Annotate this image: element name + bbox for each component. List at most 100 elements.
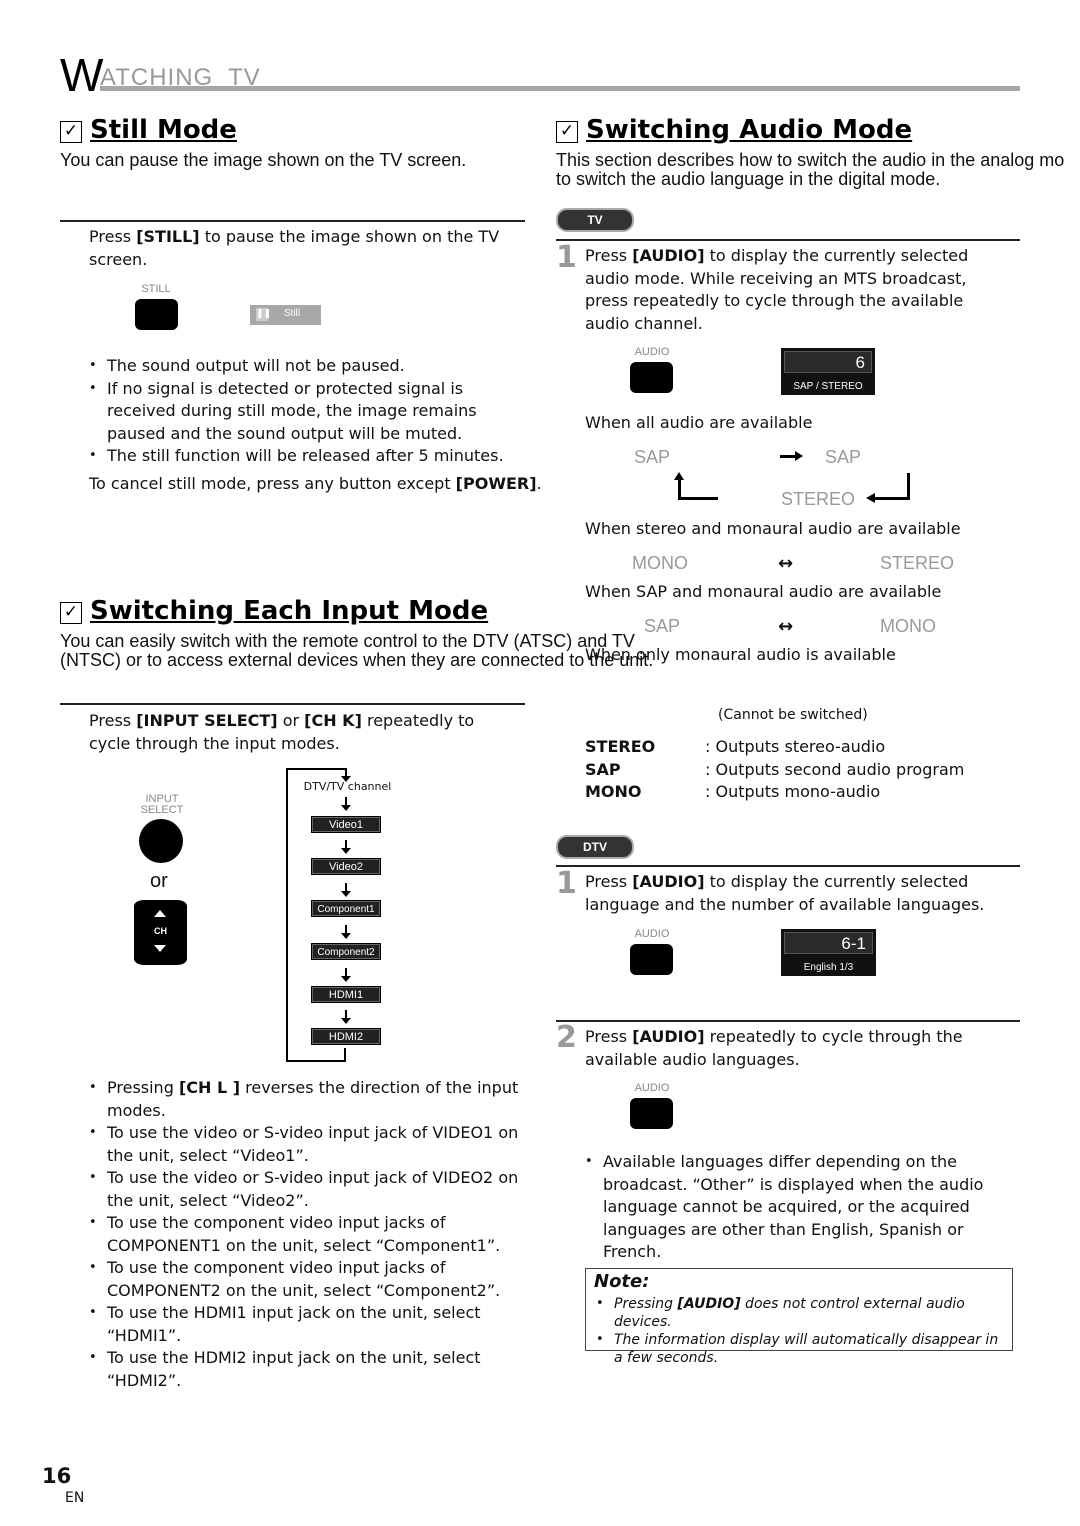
bullet-item: To use the HDMI1 input jack on the unit,… (89, 1302, 529, 1347)
tv-badge: TV (556, 208, 634, 232)
audio-button[interactable] (630, 944, 673, 975)
step-number: 1 (556, 866, 577, 901)
step-number: 2 (556, 1020, 577, 1055)
mode-stereo: STEREO (781, 489, 856, 509)
osd-status: English 1/3 (803, 962, 854, 973)
audio-bullets: Available languages differ depending on … (585, 1151, 1025, 1264)
section-rule (60, 703, 525, 705)
or-label: or (150, 870, 168, 892)
section-rule (556, 865, 1020, 867)
note-box: Note: Pressing [AUDIO] does not control … (585, 1268, 1013, 1366)
page-number: 16 (42, 1464, 72, 1488)
ch-label: CH (154, 926, 167, 936)
bullet-item: The sound output will not be paused. (89, 355, 529, 378)
audio-mode-intro-1: This section describes how to switch the… (556, 150, 1065, 170)
note-item: Pressing [AUDIO] does not control extern… (596, 1295, 1004, 1331)
input-select-button[interactable] (139, 819, 183, 863)
input-mode-intro-1: You can easily switch with the remote co… (60, 631, 635, 651)
arrow-line (875, 497, 910, 500)
note-item: The information display will automatical… (596, 1331, 1004, 1367)
language-label: EN (65, 1490, 85, 1506)
arrow-right-icon (780, 455, 796, 458)
input-mode-intro-2: (NTSC) or to access external devices whe… (60, 650, 654, 670)
input-mode-title: ✓ Switching Each Input Mode (60, 596, 488, 626)
still-mode-intro: You can pause the image shown on the TV … (60, 150, 467, 170)
osd-channel: 6-1 (784, 932, 873, 954)
arrow-line (678, 497, 718, 500)
checkbox-icon: ✓ (60, 602, 82, 624)
still-osd-label: Still (284, 308, 301, 319)
case-sap-mono-label: When SAP and monaural audio are availabl… (585, 582, 942, 601)
ch-button[interactable]: CH (134, 900, 187, 965)
audio-button[interactable] (630, 362, 673, 393)
arrow-down-icon (341, 768, 351, 782)
still-mode-title: ✓ Still Mode (60, 115, 237, 145)
tv-audio-step: Press [AUDIO] to display the currently s… (585, 246, 969, 333)
bullet-item: To use the video or S-video input jack o… (89, 1167, 529, 1212)
mode-sap: SAP (825, 447, 862, 467)
definition-row: STEREO: Outputs stereo-audio (585, 737, 886, 756)
mode-mono: MONO (880, 616, 936, 636)
case-stereo-mono-label: When stereo and monaural audio are avail… (585, 519, 961, 538)
still-button-label: STILL (141, 283, 171, 295)
checkbox-icon: ✓ (556, 121, 578, 143)
definition-row: SAP: Outputs second audio program (585, 759, 965, 779)
bullet-item: To use the HDMI2 input jack on the unit,… (89, 1347, 529, 1392)
input-bullets: Pressing [CH L ] reverses the direction … (89, 1077, 529, 1392)
still-button[interactable] (135, 299, 178, 330)
mode-stereo: STEREO (880, 553, 955, 573)
bullet-item: To use the component video input jacks o… (89, 1257, 529, 1302)
flow-item-component2: Component2 (311, 943, 381, 960)
section-rule (60, 220, 525, 222)
checkbox-icon: ✓ (60, 121, 82, 143)
definition-row: MONO: Outputs mono-audio (585, 782, 881, 801)
bullet-item: To use the video or S-video input jack o… (89, 1122, 529, 1167)
still-cancel-note: To cancel still mode, press any button e… (89, 474, 542, 493)
cannot-switch-note: (Cannot be switched) (718, 707, 868, 723)
osd-status: SAP / STEREO (793, 381, 863, 392)
still-mode-title-text: Still Mode (90, 115, 237, 145)
arrow-both-icon: ↔ (778, 553, 794, 574)
loop-line-top (286, 768, 346, 770)
flow-item-hdmi2: HDMI2 (311, 1028, 381, 1045)
flow-item-component1: Component1 (311, 900, 381, 917)
dtv-badge: DTV (556, 835, 634, 859)
osd-channel: 6 (784, 351, 872, 373)
flow-item-hdmi1: HDMI1 (311, 986, 381, 1003)
tv-audio-osd: 6 SAP / STEREO (781, 348, 875, 395)
ch-down-icon (154, 945, 166, 952)
loop-line-left (286, 768, 288, 1062)
arrow-down-icon (341, 840, 351, 854)
case-all-label: When all audio are available (585, 413, 813, 432)
chapter-initial: W (60, 49, 104, 101)
case-mono-only-label: When only monaural audio is available (585, 645, 896, 664)
loop-line-up (344, 1048, 346, 1062)
bullet-item: If no signal is detected or protected si… (89, 378, 529, 446)
arrow-up-icon (674, 472, 684, 480)
note-title: Note: (594, 1271, 650, 1292)
flow-item-video1: Video1 (311, 816, 381, 833)
mode-sap: SAP (644, 616, 681, 636)
audio-mode-title-text: Switching Audio Mode (586, 115, 913, 145)
audio-button[interactable] (630, 1098, 673, 1129)
arrow-left-icon (866, 493, 875, 503)
mode-sap: SAP (634, 447, 671, 467)
section-rule (556, 1020, 1020, 1022)
note-list: Pressing [AUDIO] does not control extern… (596, 1295, 1004, 1367)
dtv-audio-step-1: Press [AUDIO] to display the currently s… (585, 872, 985, 914)
still-key-ref: [STILL] (136, 227, 200, 246)
arrow-down-icon (341, 797, 351, 811)
bullet-item: Pressing [CH L ] reverses the direction … (89, 1077, 529, 1122)
bullet-item: Available languages differ depending on … (585, 1151, 1025, 1264)
flow-item-video2: Video2 (311, 858, 381, 875)
audio-definitions: STEREO: Outputs stereo-audio SAP: Output… (585, 736, 1005, 804)
arrow-down-icon (341, 968, 351, 982)
pause-icon: ❚❚ (256, 308, 272, 321)
audio-button-label: AUDIO (634, 346, 670, 358)
arrow-down-icon (341, 925, 351, 939)
still-bullets: The sound output will not be paused. If … (89, 355, 529, 468)
audio-mode-title: ✓ Switching Audio Mode (556, 115, 912, 145)
step-number: 1 (556, 240, 577, 275)
still-step: Press [STILL] to pause the image shown o… (89, 227, 500, 269)
header-rule (100, 86, 1020, 91)
